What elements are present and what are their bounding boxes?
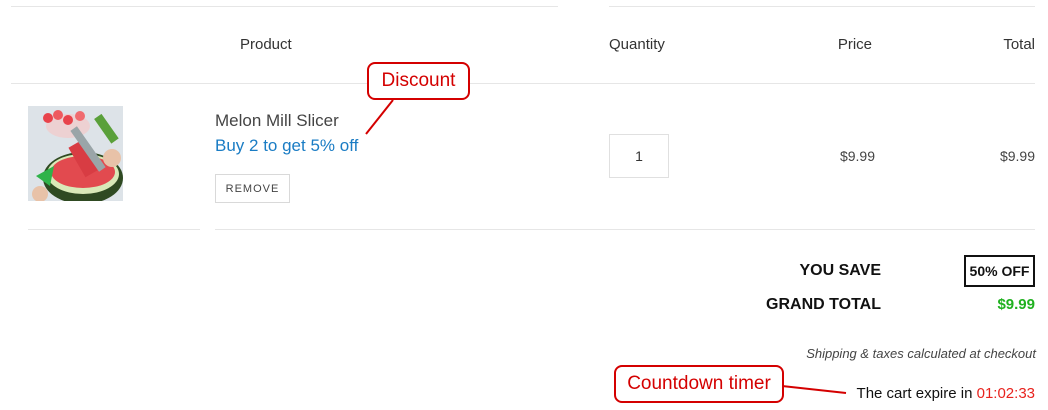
discount-offer-text: Buy 2 to get 5% off — [215, 136, 359, 155]
shipping-note: Shipping & taxes calculated at checkout — [806, 346, 1036, 361]
watermelon-slicer-icon — [28, 106, 123, 201]
item-price: $9.99 — [839, 148, 875, 164]
you-save-badge: 50% OFF — [964, 255, 1035, 287]
quantity-input[interactable]: 1 — [609, 134, 669, 178]
header-price: Price — [837, 36, 872, 53]
item-total: $9.99 — [999, 148, 1035, 164]
top-divider-left — [11, 6, 558, 7]
countdown-timer-callout: Countdown timer — [614, 365, 784, 403]
timer-label: The cart expire in — [856, 385, 973, 402]
top-divider-right — [609, 6, 1035, 7]
grand-total-value: $9.99 — [997, 296, 1035, 313]
header-product: Product — [240, 36, 292, 53]
row-divider-right — [215, 229, 1035, 230]
cart-countdown-timer: The cart expire in 01:02:33 — [857, 385, 1035, 402]
timer-value: 01:02:33 — [976, 385, 1035, 402]
row-divider-left — [28, 229, 200, 230]
product-image[interactable] — [28, 106, 123, 201]
header-total: Total — [1003, 36, 1035, 53]
grand-total-label: GRAND TOTAL — [766, 296, 881, 313]
product-name-link[interactable]: Melon Mill Slicer — [215, 111, 339, 131]
you-save-label: YOU SAVE — [799, 262, 882, 279]
header-divider — [11, 83, 1035, 84]
remove-button[interactable]: REMOVE — [215, 174, 290, 203]
discount-callout: Discount — [367, 62, 470, 100]
header-quantity: Quantity — [609, 36, 665, 53]
